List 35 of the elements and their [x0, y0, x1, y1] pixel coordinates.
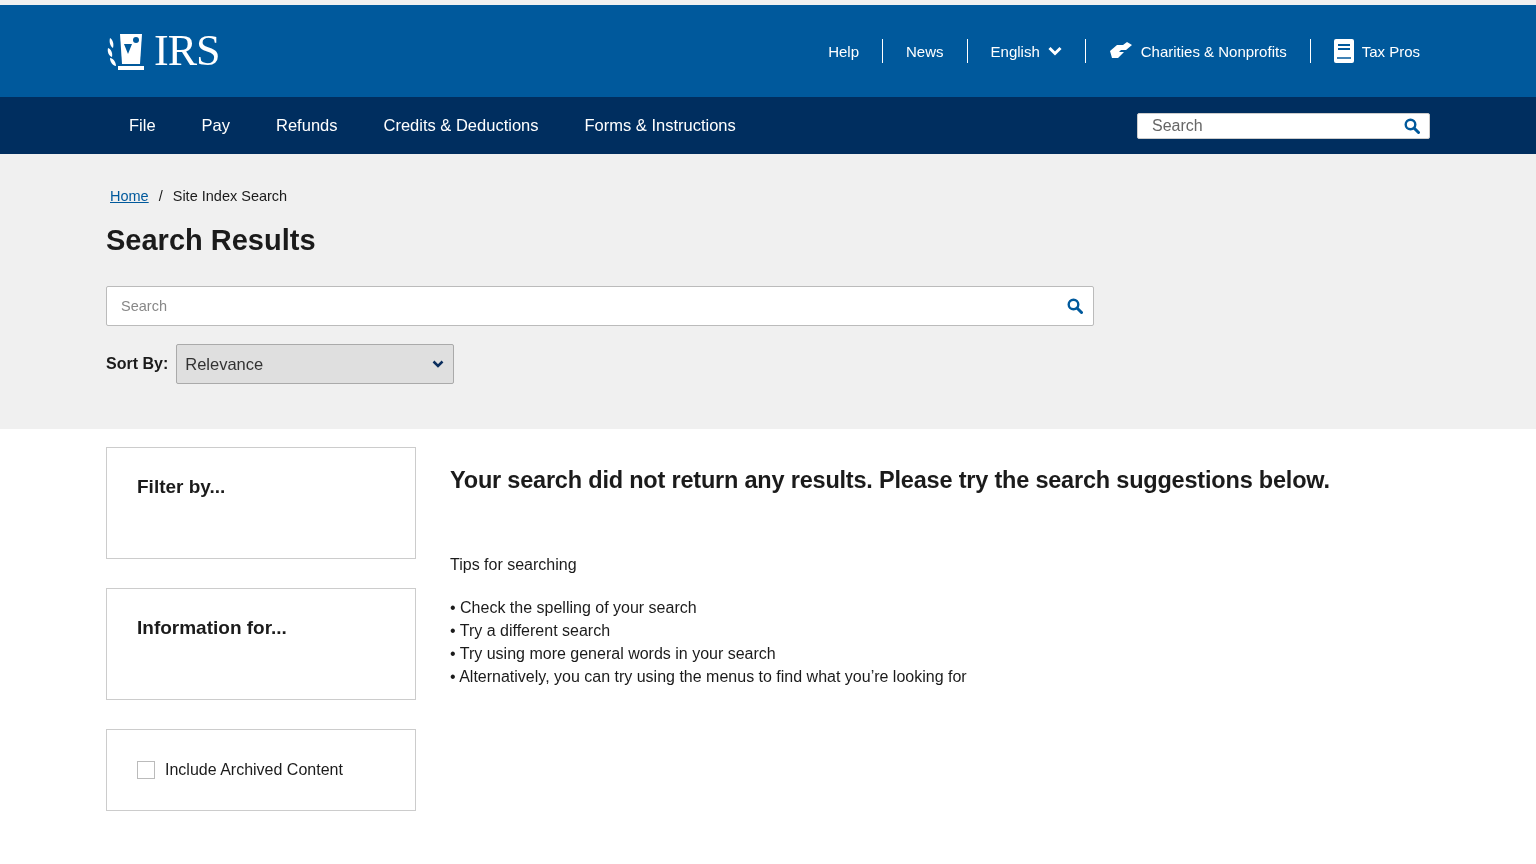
header-link[interactable]: News [895, 42, 955, 60]
filter-heading: Information for... [137, 617, 288, 639]
chevron-down-icon [1047, 46, 1062, 56]
search-tip: • Try using more general words in your search [450, 644, 777, 664]
nav-link[interactable]: Credits & Deductions [360, 97, 562, 154]
search-field[interactable]: Search [106, 286, 1094, 326]
search-field[interactable]: Search [1137, 112, 1430, 139]
sort-label: Sort By: [106, 355, 169, 373]
handshake-icon [1108, 41, 1133, 61]
header-link[interactable]: Charities & Nonprofits [1097, 41, 1298, 61]
search-icon [1067, 298, 1083, 314]
search-tip: • Alternatively, you can try using the menus to find what you’re looking for [450, 667, 968, 687]
search-tip: • Check the spelling of your search [450, 598, 698, 618]
sort-dropdown[interactable]: Relevance [176, 344, 455, 384]
search-tip: • Try a different search [450, 621, 612, 641]
breadcrumb-separator: / [158, 188, 163, 204]
nav-link[interactable]: File [106, 97, 179, 154]
page-title: Search Results [106, 224, 317, 257]
no-results-message: Your search did not return any results. Please try the search suggestions below. [450, 467, 1331, 494]
tips-heading: Tips for searching [450, 556, 578, 574]
nav-link[interactable]: Refunds [253, 97, 361, 154]
book-icon [1333, 39, 1354, 63]
checkbox[interactable] [137, 761, 155, 779]
chevron-down-icon [432, 360, 445, 368]
breadcrumb-link[interactable]: Home [110, 188, 149, 204]
header-link[interactable]: Help [817, 42, 870, 60]
search-icon [1404, 117, 1420, 134]
nav-link[interactable]: Pay [178, 97, 254, 154]
archived-checkbox[interactable]: Include Archived Content [137, 761, 343, 779]
header-link[interactable]: English [979, 42, 1073, 60]
header-link[interactable]: Tax Pros [1322, 39, 1431, 63]
breadcrumb-current: Site Index Search [172, 188, 288, 204]
nav-link[interactable]: Forms & Instructions [561, 97, 759, 154]
irs-logo[interactable]: IRS [106, 29, 220, 73]
filter-heading: Filter by... [137, 476, 227, 498]
